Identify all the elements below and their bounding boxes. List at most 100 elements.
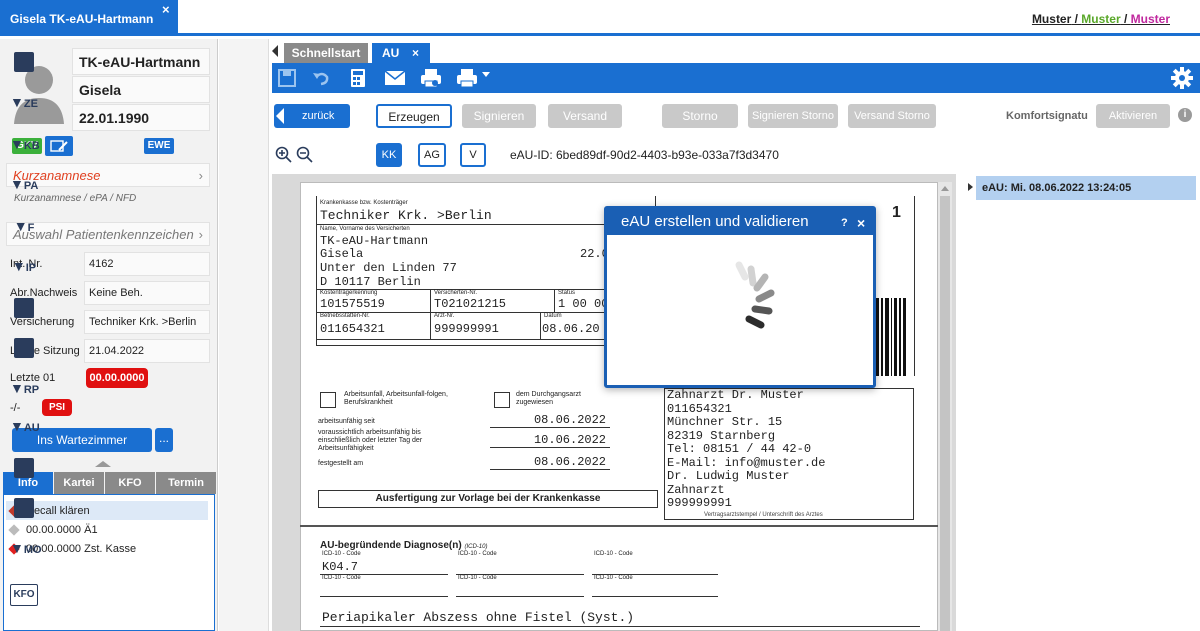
- info-value: Keine Beh.: [84, 281, 210, 305]
- letzte01-value: 00.00.0000: [86, 368, 148, 388]
- patient-tab[interactable]: Gisela TK-eAU-Hartmann: [0, 0, 178, 36]
- collapse-handle[interactable]: [95, 461, 111, 467]
- stamp-caption: Vertragsarztstempel / Unterschrift des A…: [704, 512, 823, 518]
- scrollbar-thumb[interactable]: [940, 196, 950, 631]
- print-icon[interactable]: [456, 68, 478, 91]
- tab-au[interactable]: AU ×: [372, 43, 430, 63]
- signieren-storno-button[interactable]: Signieren Storno: [748, 104, 838, 128]
- muster-links: Muster / Muster / Muster: [1032, 12, 1170, 26]
- info-icon[interactable]: i: [1178, 108, 1192, 122]
- tabs-scroll-left-icon[interactable]: [272, 45, 278, 57]
- icon-glyph: [14, 338, 34, 358]
- icd-label: ICD-10 - Code: [594, 551, 633, 557]
- patient-tab-close-icon[interactable]: ×: [162, 2, 170, 17]
- appointments-icon[interactable]: [10, 52, 38, 74]
- more-button[interactable]: ...: [155, 428, 173, 452]
- muster-link-2[interactable]: Muster: [1081, 12, 1120, 26]
- form-page-number: 1: [892, 204, 901, 221]
- tooth-glyph: ▼: [10, 136, 24, 152]
- table-icon[interactable]: [10, 338, 38, 360]
- komfortsignatur-label: Komfortsignatu: [1006, 110, 1088, 122]
- ausfertigung-label: Ausfertigung zur Vorlage bei der Kranken…: [318, 490, 658, 508]
- kk-value: Techniker Krk. >Berlin: [320, 208, 492, 223]
- tooth-glyph: ▼: [10, 94, 24, 110]
- tab-au-label: AU: [382, 46, 400, 60]
- diagnose-title-text: AU-begründende Diagnose(n): [320, 540, 462, 551]
- insured-city: D 10117 Berlin: [320, 275, 421, 289]
- undo-icon[interactable]: [312, 69, 330, 90]
- bsnr-value: 011654321: [320, 322, 385, 336]
- signieren-button[interactable]: Signieren: [462, 104, 536, 128]
- zoom-in-icon[interactable]: [275, 146, 293, 167]
- datum-label: Datum: [544, 313, 562, 319]
- stamp-line: Münchner Str. 15: [667, 415, 783, 429]
- toggle-kk[interactable]: KK: [376, 143, 402, 167]
- stamp-line: Zahnarzt: [667, 482, 725, 497]
- aktivieren-button[interactable]: Aktivieren: [1096, 104, 1170, 128]
- tooth-glyph: ▼: [13, 218, 28, 234]
- muster-link-3[interactable]: Muster: [1131, 12, 1170, 26]
- kt-value: 101575519: [320, 297, 385, 311]
- kb-icon[interactable]: ▼KB: [10, 136, 40, 158]
- save-icon[interactable]: [278, 69, 296, 90]
- ze-icon[interactable]: ▼ZE: [10, 94, 38, 116]
- toggle-v[interactable]: V: [460, 143, 486, 167]
- help-icon[interactable]: ?: [841, 217, 848, 229]
- chevron-right-icon: ›: [198, 168, 203, 183]
- left-tab-kfo[interactable]: KFO: [105, 472, 155, 494]
- left-tab-kartei[interactable]: Kartei: [54, 472, 104, 494]
- f-icon[interactable]: ▼F: [10, 218, 38, 240]
- export-icon[interactable]: [10, 498, 38, 520]
- versand-button[interactable]: Versand: [548, 104, 622, 128]
- left-tab-termin[interactable]: Termin: [156, 472, 216, 494]
- rp-icon[interactable]: ▼RP: [10, 380, 39, 402]
- icon-glyph: [14, 498, 34, 518]
- divider: [914, 196, 915, 376]
- arzt-label: Arzt-Nr.: [434, 313, 455, 319]
- insured-firstname: Gisela: [320, 247, 364, 261]
- pa-icon[interactable]: ▼PA: [10, 176, 38, 198]
- divider: [320, 626, 920, 627]
- kfo-icon[interactable]: KFO: [10, 584, 38, 606]
- back-button[interactable]: zurück: [274, 104, 350, 128]
- print-dropdown-icon[interactable]: [482, 72, 490, 77]
- calculator-icon[interactable]: [350, 68, 366, 91]
- mail-icon[interactable]: [384, 70, 406, 89]
- gear-icon[interactable]: [1171, 67, 1193, 92]
- mo-icon[interactable]: ▼MO: [10, 540, 42, 562]
- print-preview-icon[interactable]: [420, 68, 442, 91]
- ip-icon[interactable]: ▼IP: [10, 258, 38, 280]
- erzeugen-button[interactable]: Erzeugen: [376, 104, 452, 128]
- book-icon[interactable]: [10, 298, 38, 320]
- patient-firstname: Gisela: [72, 76, 210, 103]
- tab-schnellstart[interactable]: Schnellstart: [284, 43, 368, 63]
- edit-card-icon[interactable]: [45, 136, 73, 156]
- durchgangsarzt-checkbox[interactable]: [494, 392, 510, 408]
- vnr-value: T021021215: [434, 297, 507, 311]
- zoom-out-icon[interactable]: [296, 146, 314, 167]
- icon-label: F: [27, 222, 35, 234]
- modal-close-icon[interactable]: ×: [857, 215, 865, 231]
- icon-label: KB: [23, 140, 40, 152]
- chevron-right-icon: ›: [198, 227, 203, 242]
- arbeitsunfall-checkbox[interactable]: [320, 392, 336, 408]
- eau-history-item[interactable]: eAU: Mi. 08.06.2022 13:24:05: [976, 176, 1196, 200]
- psi-badge[interactable]: PSI: [42, 399, 72, 416]
- icon-glyph: [14, 52, 34, 72]
- storno-button[interactable]: Storno: [662, 104, 738, 128]
- icd-label: ICD-10 - Code: [322, 551, 361, 557]
- toggle-ag[interactable]: AG: [418, 143, 446, 167]
- auswahl-label: Auswahl Patientenkennzeichen: [13, 227, 194, 242]
- au-icon[interactable]: ▼AU: [10, 418, 40, 440]
- tab-au-close-icon[interactable]: ×: [412, 43, 419, 63]
- diamond-icon: [8, 524, 20, 536]
- info-value: Techniker Krk. >Berlin: [84, 310, 210, 334]
- versand-storno-button[interactable]: Versand Storno: [848, 104, 936, 128]
- scroll-up-icon[interactable]: [941, 186, 949, 191]
- top-bar: [0, 0, 1200, 36]
- tree-expand-icon[interactable]: [968, 183, 973, 191]
- ewe-badge[interactable]: EWE: [144, 138, 174, 154]
- tooth-icon[interactable]: [10, 458, 38, 480]
- info-value: 4162: [84, 252, 210, 276]
- muster-link-1[interactable]: Muster: [1032, 12, 1071, 26]
